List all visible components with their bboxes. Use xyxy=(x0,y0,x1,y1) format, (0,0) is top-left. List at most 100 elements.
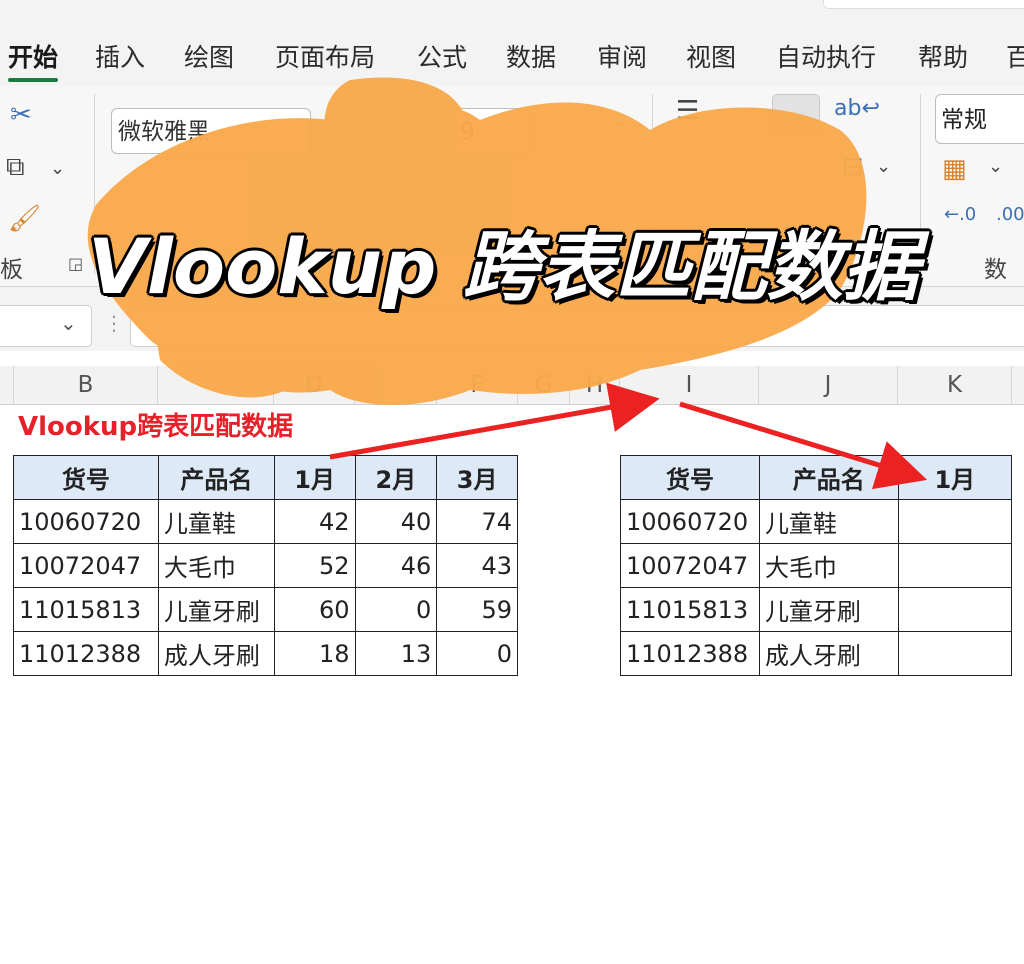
ribbon-tab-bar: 开始 插入 绘图 页面布局 公式 数据 审阅 视图 自动执行 帮助 百 xyxy=(0,0,1024,86)
dialog-launcher-icon[interactable]: ◲ xyxy=(68,254,83,273)
wrap-text-icon[interactable]: ab↩ xyxy=(834,96,880,121)
clipboard-group-label: 板 xyxy=(0,257,23,283)
product-name-cell[interactable]: 儿童鞋 xyxy=(157,499,275,544)
header-cell[interactable]: 产品名 xyxy=(157,455,275,500)
column-header-b[interactable]: B xyxy=(14,366,158,404)
title-bar-edge xyxy=(823,0,1024,9)
jan-value-cell[interactable]: 42 xyxy=(273,499,356,544)
header-cell[interactable]: 产品名 xyxy=(758,455,899,500)
chevron-down-icon[interactable]: ⌄ xyxy=(60,311,77,335)
tab-help[interactable]: 帮助 xyxy=(918,38,968,74)
column-header-row: B D F G H I J K xyxy=(0,366,1024,405)
overlay-title-banner: Vlookup 跨表匹配数据 xyxy=(88,222,919,311)
item-code-cell[interactable]: 11012388 xyxy=(13,631,159,676)
currency-format-icon[interactable]: ▦ xyxy=(942,154,967,184)
item-code-cell[interactable]: 11015813 xyxy=(620,587,760,632)
mar-value-cell[interactable]: 59 xyxy=(436,587,518,632)
item-code-cell[interactable]: 10060720 xyxy=(620,499,760,544)
chevron-down-icon[interactable]: ⌄ xyxy=(612,110,627,131)
header-cell[interactable]: 1月 xyxy=(273,455,356,500)
decrease-decimal-icon[interactable]: ←.0 xyxy=(944,204,976,225)
tab-insert[interactable]: 插入 xyxy=(95,38,145,74)
format-painter-icon[interactable]: 🖌 xyxy=(8,204,41,234)
name-box[interactable] xyxy=(0,305,92,347)
jan-value-cell[interactable]: 60 xyxy=(273,587,356,632)
table-row: 11012388 成人牙刷 18 13 0 xyxy=(13,631,518,676)
table-row: 11012388 成人牙刷 xyxy=(620,631,1013,676)
number-format-box[interactable]: 常规 xyxy=(935,94,1024,144)
jan-value-cell[interactable]: 52 xyxy=(273,543,356,588)
product-name-cell[interactable]: 儿童牙刷 xyxy=(758,587,899,632)
column-header-e[interactable] xyxy=(355,366,437,404)
item-code-cell[interactable]: 11012388 xyxy=(620,631,760,676)
jan-lookup-cell[interactable] xyxy=(897,631,1013,676)
header-cell[interactable]: 1月 xyxy=(897,455,1013,500)
table-row: 10072047 大毛巾 52 46 43 xyxy=(13,543,518,588)
lookup-target-table: 货号 产品名 1月 10060720 儿童鞋 10072047 大毛巾 1101… xyxy=(620,455,1013,676)
tab-page-layout[interactable]: 页面布局 xyxy=(275,38,375,74)
tab-home[interactable]: 开始 xyxy=(8,38,59,82)
column-header-h[interactable]: H xyxy=(570,366,620,404)
font-size-box[interactable]: 9 xyxy=(455,108,530,154)
column-header-k[interactable]: K xyxy=(898,366,1012,404)
feb-value-cell[interactable]: 40 xyxy=(354,499,438,544)
arrow-to-source-icon xyxy=(329,382,660,460)
jan-lookup-cell[interactable] xyxy=(897,543,1013,588)
tab-automate[interactable]: 自动执行 xyxy=(776,38,876,74)
table-row: 11015813 儿童牙刷 xyxy=(620,587,1013,632)
item-code-cell[interactable]: 10072047 xyxy=(13,543,159,588)
header-cell[interactable]: 货号 xyxy=(13,455,159,500)
product-name-cell[interactable]: 大毛巾 xyxy=(157,543,275,588)
increase-decimal-icon[interactable]: .00→ xyxy=(996,204,1024,225)
item-code-cell[interactable]: 10072047 xyxy=(620,543,760,588)
column-header-d[interactable]: D xyxy=(274,366,355,404)
product-name-cell[interactable]: 儿童牙刷 xyxy=(157,587,275,632)
column-header-c[interactable] xyxy=(158,366,274,404)
merge-cells-icon[interactable]: ⊟ xyxy=(842,152,864,182)
mar-value-cell[interactable]: 0 xyxy=(436,631,518,676)
wrap-toggle-button[interactable] xyxy=(772,94,820,136)
header-cell[interactable]: 货号 xyxy=(620,455,760,500)
align-top-icon[interactable]: ☰ xyxy=(676,96,699,126)
mar-value-cell[interactable]: 43 xyxy=(436,543,518,588)
feb-value-cell[interactable]: 0 xyxy=(354,587,438,632)
column-header-g[interactable]: G xyxy=(518,366,570,404)
item-code-cell[interactable]: 10060720 xyxy=(13,499,159,544)
product-name-cell[interactable]: 成人牙刷 xyxy=(758,631,899,676)
product-name-cell[interactable]: 儿童鞋 xyxy=(758,499,899,544)
chevron-down-icon[interactable]: ⌄ xyxy=(50,158,65,179)
group-separator xyxy=(920,94,921,274)
cut-icon[interactable]: ✂ xyxy=(10,100,32,130)
jan-lookup-cell[interactable] xyxy=(897,587,1013,632)
chevron-down-icon[interactable]: ⌄ xyxy=(876,156,891,177)
tab-draw[interactable]: 绘图 xyxy=(184,38,234,74)
table-row: 10072047 大毛巾 xyxy=(620,543,1013,588)
sheet-title-cell[interactable]: Vlookup跨表匹配数据 xyxy=(18,406,293,443)
source-table: 货号 产品名 1月 2月 3月 10060720 儿童鞋 42 40 74 10… xyxy=(13,455,518,676)
table-row: 10060720 儿童鞋 xyxy=(620,499,1013,544)
item-code-cell[interactable]: 11015813 xyxy=(13,587,159,632)
table-row: 10060720 儿童鞋 42 40 74 xyxy=(13,499,518,544)
header-cell[interactable]: 3月 xyxy=(436,455,518,500)
corner-cell[interactable] xyxy=(0,366,14,404)
column-header-i[interactable]: I xyxy=(620,366,759,404)
tab-formulas[interactable]: 公式 xyxy=(417,38,467,74)
font-name-box[interactable]: 微软雅黑 xyxy=(111,108,311,154)
product-name-cell[interactable]: 大毛巾 xyxy=(758,543,899,588)
jan-lookup-cell[interactable] xyxy=(897,499,1013,544)
tab-data[interactable]: 数据 xyxy=(506,38,556,74)
mar-value-cell[interactable]: 74 xyxy=(436,499,518,544)
column-header-j[interactable]: J xyxy=(759,366,898,404)
feb-value-cell[interactable]: 46 xyxy=(354,543,438,588)
table-header-row: 货号 产品名 1月 xyxy=(620,455,1013,500)
jan-value-cell[interactable]: 18 xyxy=(273,631,356,676)
product-name-cell[interactable]: 成人牙刷 xyxy=(157,631,275,676)
tab-review[interactable]: 审阅 xyxy=(597,38,647,74)
tab-truncated[interactable]: 百 xyxy=(1006,38,1024,74)
copy-icon[interactable]: ⧉ xyxy=(6,152,25,183)
feb-value-cell[interactable]: 13 xyxy=(354,631,438,676)
tab-view[interactable]: 视图 xyxy=(686,38,736,74)
header-cell[interactable]: 2月 xyxy=(354,455,438,500)
chevron-down-icon[interactable]: ⌄ xyxy=(988,156,1003,177)
column-header-f[interactable]: F xyxy=(437,366,518,404)
